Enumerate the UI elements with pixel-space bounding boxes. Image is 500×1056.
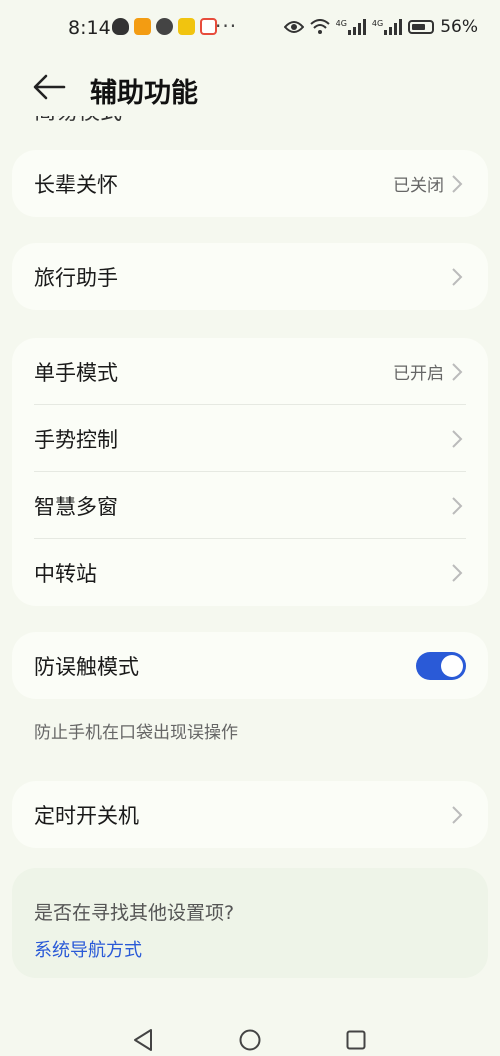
one-hand-mode-status: 已开启 <box>393 364 444 384</box>
calendar-app-icon <box>178 18 195 35</box>
multi-window-item[interactable]: 智慧多窗 <box>12 472 488 539</box>
chevron-right-icon <box>452 175 463 193</box>
signal-1-icon: 4G <box>336 19 366 35</box>
back-arrow-icon[interactable] <box>32 72 66 102</box>
eye-icon <box>283 21 304 33</box>
elder-care-card: 长辈关怀 已关闭 <box>12 150 488 217</box>
chevron-right-icon <box>452 363 463 381</box>
suggestion-box: 是否在寻找其他设置项? 系统导航方式 <box>12 868 488 978</box>
suggestion-question: 是否在寻找其他设置项? <box>34 902 235 924</box>
elder-care-status: 已关闭 <box>393 176 444 196</box>
gesture-control-label: 手势控制 <box>34 427 118 452</box>
anti-touch-hint: 防止手机在口袋出现误操作 <box>34 723 238 743</box>
interaction-group-card: 单手模式 已开启 手势控制 智慧多窗 中转站 <box>12 338 488 606</box>
network-type-1: 4G <box>335 19 347 28</box>
multi-window-label: 智慧多窗 <box>34 494 118 519</box>
timed-power-label: 定时开关机 <box>34 803 139 828</box>
navigation-bar <box>0 1020 500 1056</box>
travel-helper-card: 旅行助手 <box>12 243 488 310</box>
wifi-icon <box>309 19 330 34</box>
network-type-2: 4G <box>371 19 384 28</box>
anti-touch-card: 防误触模式 <box>12 632 488 699</box>
anti-touch-item: 防误触模式 <box>12 632 488 699</box>
anti-touch-label: 防误触模式 <box>34 654 139 679</box>
play-app-icon <box>134 18 151 35</box>
elder-care-label: 长辈关怀 <box>34 172 118 197</box>
chevron-right-icon <box>452 430 463 448</box>
system-navigation-link[interactable]: 系统导航方式 <box>34 936 142 962</box>
status-time: 8:14 <box>68 17 111 39</box>
chevron-right-icon <box>452 564 463 582</box>
signal-2-icon: 4G <box>371 19 403 35</box>
page-header: 辅助功能 <box>0 60 500 116</box>
battery-icon <box>408 20 435 34</box>
one-hand-mode-item[interactable]: 单手模式 已开启 <box>12 338 488 405</box>
shield-icon <box>112 18 129 35</box>
one-hand-mode-label: 单手模式 <box>34 360 118 385</box>
gesture-control-item[interactable]: 手势控制 <box>12 405 488 472</box>
more-notifications-icon: ··· <box>215 14 238 38</box>
nav-home-icon[interactable] <box>239 1029 261 1051</box>
nav-recent-apps-icon[interactable] <box>346 1030 366 1050</box>
scrolled-item-fragment: 简易模式 <box>34 116 122 126</box>
timed-power-card: 定时开关机 <box>12 781 488 848</box>
battery-percent: 56% <box>440 17 478 37</box>
anti-touch-toggle[interactable] <box>416 651 466 680</box>
chevron-right-icon <box>452 806 463 824</box>
transfer-station-item[interactable]: 中转站 <box>12 539 488 606</box>
travel-helper-item[interactable]: 旅行助手 <box>12 243 488 310</box>
travel-helper-label: 旅行助手 <box>34 265 118 290</box>
system-status-icons: 4G 4G 56% <box>283 17 478 37</box>
page-title: 辅助功能 <box>90 78 198 109</box>
media-app-icon <box>156 18 173 35</box>
chevron-right-icon <box>452 268 463 286</box>
notification-icons <box>112 18 217 35</box>
nav-back-icon[interactable] <box>132 1028 154 1052</box>
toggle-knob <box>441 654 463 677</box>
chevron-right-icon <box>452 497 463 515</box>
timed-power-item[interactable]: 定时开关机 <box>12 781 488 848</box>
transfer-station-label: 中转站 <box>34 561 97 586</box>
elder-care-item[interactable]: 长辈关怀 已关闭 <box>12 150 488 217</box>
status-bar: 8:14 ··· 4G 4G 56% <box>0 0 500 56</box>
